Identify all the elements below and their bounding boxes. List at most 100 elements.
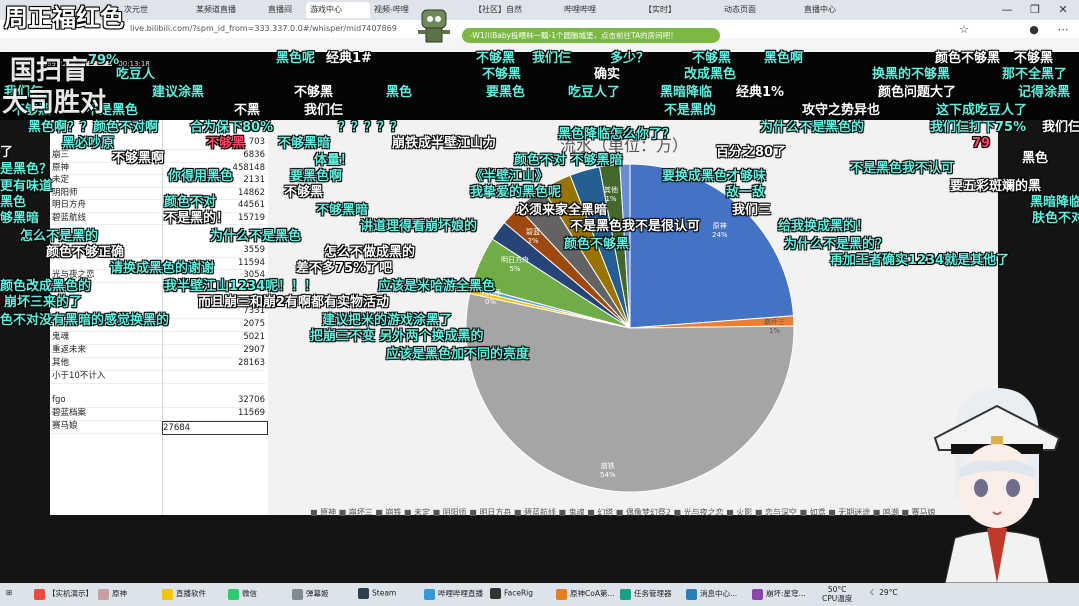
slice-name: 碧蓝 [526, 228, 540, 236]
cell-name: 原神 [52, 162, 70, 173]
gift-promo-banner[interactable]: -W1川Baby投喂林一瓢-1个圆脑城堡，点击前往TA的房间吧！ [462, 28, 720, 43]
table-row: fgo 32706 [50, 394, 266, 408]
danmaku-comment: 改成黑色 [684, 67, 737, 82]
cell-name: 碧蓝档案 [52, 408, 87, 418]
danmaku-comment: 不是黑色我不认可 [850, 161, 955, 176]
danmaku-comment: 我们仨打下75% [930, 120, 1027, 135]
cell-name: 明日方舟 [52, 200, 87, 210]
taskbar-app[interactable]: 【实机演示】 [34, 588, 93, 600]
start-icon[interactable]: ⊞ [6, 588, 12, 597]
taskbar-app[interactable]: 微信 [228, 588, 257, 600]
danmaku-comment: 建议涂黑 [152, 85, 205, 100]
slice-label: 明日方舟 5% [501, 256, 529, 274]
danmaku-comment: 黑暗降临 [660, 85, 713, 100]
cpu-temp: 50°C CPU温度 [822, 585, 853, 603]
active-cell-input[interactable]: 27684 [162, 421, 268, 435]
browser-tab[interactable]: 【社区】自然 [470, 2, 534, 18]
danmaku-comment: 颜色不对 [164, 195, 217, 210]
danmaku-comment: 我半壁江山1234呢！！！ [164, 279, 318, 294]
danmaku-comment: 给我换成黑的！ [778, 219, 870, 234]
browser-tab[interactable]: 次元世 [120, 2, 192, 18]
star-icon[interactable]: ☆ [950, 20, 978, 40]
danmaku-comment: 吃豆人了 [568, 85, 621, 100]
cell-name: 重返未来 [52, 345, 87, 355]
danmaku-comment: 79 [972, 136, 991, 151]
danmaku-comment: 不是黑的！ [164, 211, 230, 226]
danmaku-comment: 差不多75%了吧 [296, 261, 393, 276]
danmaku-comment: 合为保下80% [190, 120, 274, 135]
danmaku-comment: 《半壁江山》 [470, 169, 549, 184]
danmaku-comment: 建议把米的游戏涂黑了 [322, 313, 453, 328]
slice-name: 崩铁 [600, 462, 615, 470]
overlay-title-line3: 大司胜对 [2, 88, 107, 118]
browser-tab[interactable]: 直播中心 [800, 2, 864, 18]
danmaku-comment: 换黑的不够黑 [872, 67, 951, 82]
danmaku-comment: 不够黑 [294, 85, 334, 100]
taskbar-app[interactable]: 崩坏:星穹... [752, 588, 806, 600]
browser-tab[interactable]: 【实时】 [640, 2, 704, 18]
danmaku-comment: 黑色 [0, 195, 27, 210]
danmaku-comment: 我们仨 [1042, 120, 1079, 135]
browser-tab[interactable]: 动态页面 [720, 2, 784, 18]
maximize-icon[interactable]: ❐ [1021, 0, 1049, 20]
danmaku-comment: 黑色啊 [764, 51, 804, 66]
danmaku-comment: 体量！ [314, 153, 354, 168]
taskbar-app[interactable]: 任务管理器 [620, 588, 672, 600]
slice-label: 其他 1% [604, 186, 618, 204]
danmaku-comment: 够黑暗 [0, 211, 40, 226]
danmaku-comment: 黑必吵原 [62, 136, 115, 151]
danmaku-comment: 黑暗降临 [1030, 195, 1079, 210]
danmaku-comment: 不够黑暗 [316, 203, 369, 218]
danmaku-comment: 怎么不是黑的 [20, 229, 99, 244]
taskbar-app[interactable]: 直播软件 [162, 588, 206, 600]
danmaku-comment: 颜色不对 不够黑暗 [514, 153, 623, 168]
menu-icon[interactable]: ⋯ [1049, 20, 1077, 40]
danmaku-comment: 不是黑色我不是很认可 [570, 219, 701, 234]
danmaku-comment: 不黑 [234, 103, 261, 118]
danmaku-comment: 不够黑暗 [278, 136, 331, 151]
danmaku-comment: 应该是米哈游全黑色 [378, 279, 496, 294]
taskbar-app[interactable]: 原神CoA第... [556, 588, 615, 600]
danmaku-comment: 吃豆人 [116, 67, 156, 82]
cell-value: 11569 [237, 408, 265, 418]
danmaku-comment: 颜色不够黑 [564, 237, 630, 252]
profile-icon[interactable]: ● [1020, 20, 1048, 40]
danmaku-comment: 攻守之势异也 [802, 103, 881, 118]
browser-tab-active[interactable]: 游戏中心 [306, 2, 370, 18]
taskbar-app[interactable]: 弹幕姬 [292, 588, 329, 600]
danmaku-comment: 颜色不够正确 [46, 245, 125, 260]
cell-value: 28163 [237, 358, 265, 368]
slice-name: 原神 [712, 222, 727, 230]
danmaku-comment: 怎么不做成黑的 [324, 245, 416, 260]
taskbar-app[interactable]: Steam [358, 588, 396, 599]
chart-legend: ■ 原神 ■ 崩坏三 ■ 崩铁 ■ 未定 ■ 阴阳师 ■ 明日方舟 ■ 碧蓝航线… [310, 508, 936, 517]
danmaku-comment: 经典1% [736, 85, 785, 100]
danmaku-comment: 为什么不是黑的？ [784, 237, 889, 252]
danmaku-comment: 黑色降临怎么你了？ [558, 127, 676, 142]
danmaku-comment: 崩铁成半壁江山力 [392, 136, 497, 151]
taskbar-app[interactable]: 原神 [98, 588, 127, 600]
mascot-sticker-icon [418, 9, 450, 43]
danmaku-comment: 颜色问题大了 [878, 85, 957, 100]
overlay-title-line2: 国扫盲 [10, 56, 89, 86]
danmaku-comment: 请换成黑色的谢谢 [110, 261, 215, 276]
danmaku-comment: 黑色啊？？颜色不对啊 [28, 120, 159, 135]
taskbar-app[interactable]: 哔哩哔哩直播 [424, 588, 483, 600]
taskbar-app[interactable]: 消息中心... [686, 588, 737, 600]
cell-name: 未定 [52, 175, 70, 185]
close-icon[interactable]: ✕ [1049, 0, 1077, 20]
danmaku-comment: 讲道理得看崩坏娘的 [360, 219, 478, 234]
danmaku-comment: 为什么不是黑色 [210, 229, 302, 244]
vtuber-avatar [933, 388, 1061, 583]
minimize-icon[interactable]: — [993, 0, 1021, 20]
danmaku-comment: 你得用黑色 [168, 169, 234, 184]
slice-percent: 54% [600, 471, 616, 479]
danmaku-comment: 不够黑 [206, 136, 246, 151]
slice-percent: 2% [527, 237, 539, 245]
browser-tab[interactable]: 哔哩哔哩 [560, 2, 624, 18]
slice-percent: 5% [509, 265, 521, 273]
table-row: 鬼魂 5021 [50, 331, 266, 345]
browser-tab[interactable]: 某频道直播 [192, 2, 264, 18]
taskbar-app[interactable]: FaceRig [490, 588, 533, 599]
table-row: 碧蓝档案 11569 [50, 407, 266, 421]
